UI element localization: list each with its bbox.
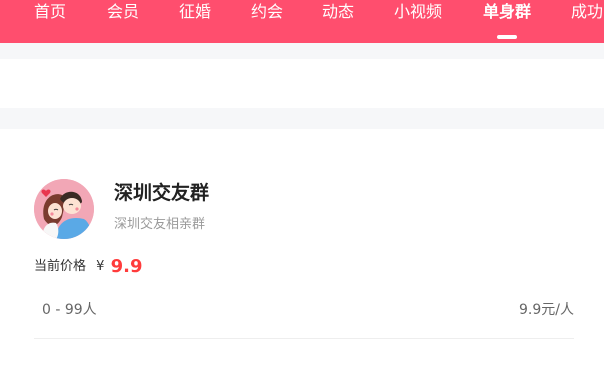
nav-item-moments[interactable]: 动态: [322, 2, 354, 22]
unit-price: 9.9元/人: [519, 302, 574, 318]
top-navigation-bar: 首页 会员 征婚 约会 动态 小视频 单身群 成功: [0, 0, 604, 43]
price-label: 当前价格: [34, 259, 87, 274]
group-card[interactable]: 深圳交友群 深圳交友相亲群 当前价格 ¥ 9.9 0 - 99人 9.9元/人: [0, 129, 604, 365]
member-range: 0 - 99人: [42, 302, 97, 318]
nav-item-dating[interactable]: 约会: [251, 2, 283, 22]
active-tab-indicator: [497, 35, 517, 39]
price-value: 9.9: [110, 256, 143, 277]
nav-item-matchmaking[interactable]: 征婚: [179, 2, 211, 22]
divider: [34, 338, 574, 339]
nav-item-home[interactable]: 首页: [34, 2, 66, 22]
currency-symbol: ¥: [96, 259, 105, 274]
group-description: 深圳交友相亲群: [114, 217, 206, 232]
section-separator: [0, 108, 604, 129]
section-separator: [0, 43, 604, 59]
price-row: 当前价格 ¥ 9.9: [34, 256, 142, 278]
nav-item-short-video[interactable]: 小视频: [394, 2, 442, 22]
nav-item-success[interactable]: 成功: [571, 2, 603, 22]
nav-item-singles-group[interactable]: 单身群: [483, 2, 531, 22]
couple-avatar-icon: [34, 179, 94, 239]
nav-item-membership[interactable]: 会员: [107, 2, 139, 22]
group-title[interactable]: 深圳交友群: [114, 181, 209, 205]
